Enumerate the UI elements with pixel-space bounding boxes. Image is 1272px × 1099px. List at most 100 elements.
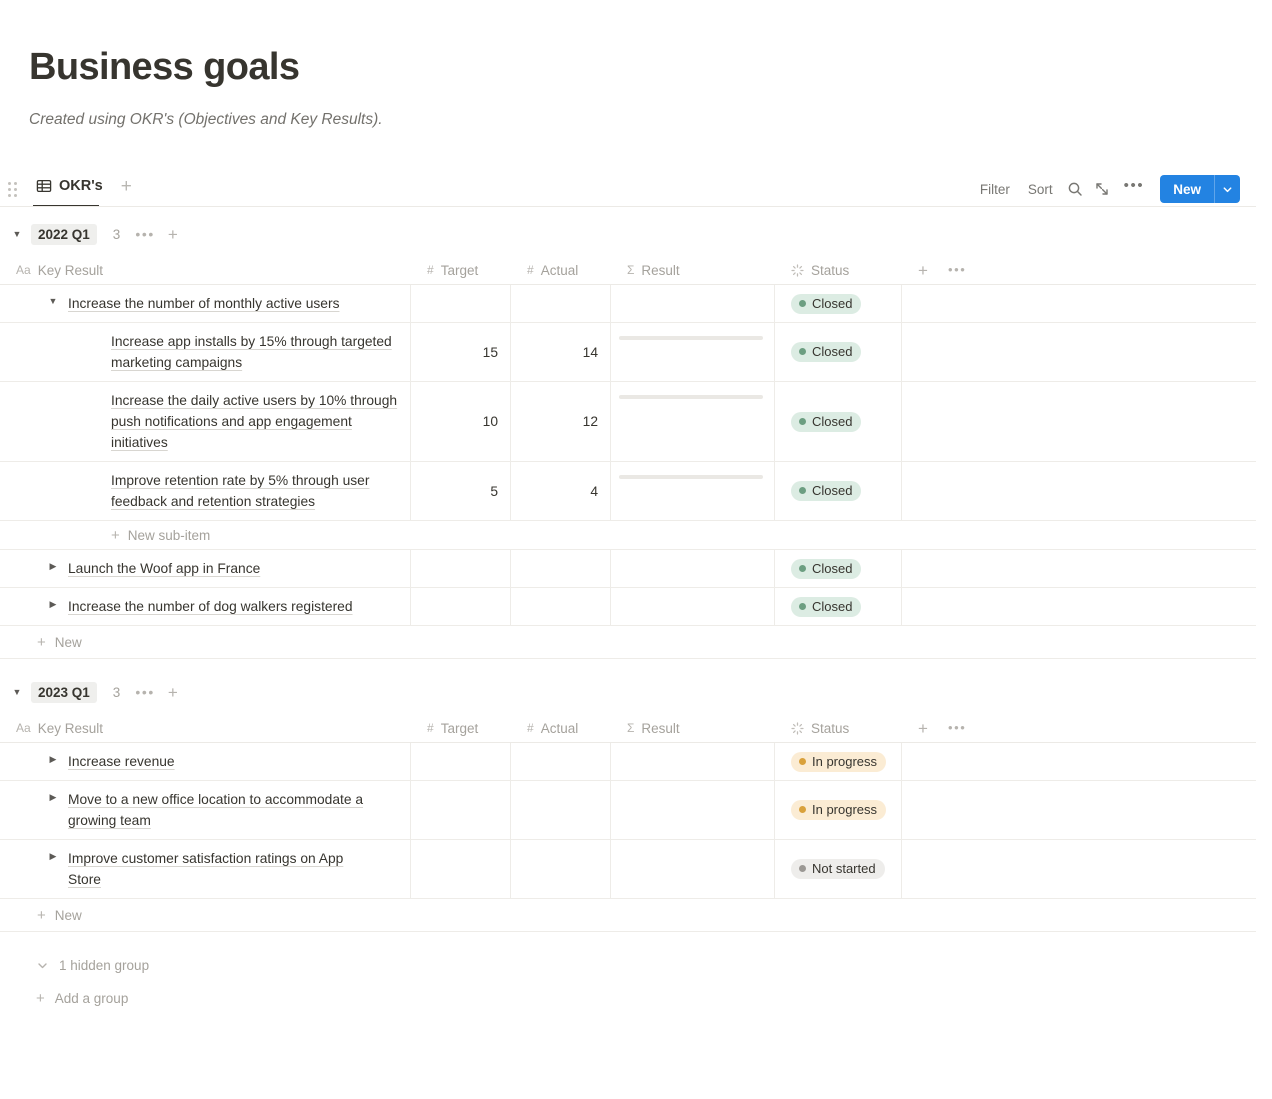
cell-status[interactable]: In progress <box>775 781 902 839</box>
cell-actual[interactable] <box>511 285 611 322</box>
new-subitem-row[interactable]: + New sub-item <box>0 521 1256 550</box>
row-title[interactable]: Increase the daily active users by 10% t… <box>111 390 400 453</box>
add-column-button[interactable]: + <box>918 720 928 737</box>
new-row-button[interactable]: + New <box>37 635 82 650</box>
table-row[interactable]: ▶ Launch the Woof app in France Closed <box>0 550 1256 588</box>
table-row[interactable]: ▼ Increase the number of monthly active … <box>0 285 1256 323</box>
add-group-button[interactable]: + Add a group <box>0 985 1256 1011</box>
cell-key-result[interactable]: Improve retention rate by 5% through use… <box>0 462 411 520</box>
group-name-pill[interactable]: 2022 Q1 <box>31 223 97 245</box>
row-expand-toggle[interactable]: ▶ <box>46 789 60 803</box>
column-options-button[interactable]: ••• <box>948 721 966 734</box>
row-expand-toggle[interactable]: ▶ <box>46 596 60 610</box>
row-title[interactable]: Improve retention rate by 5% through use… <box>111 470 400 512</box>
cell-result[interactable] <box>611 588 775 625</box>
cell-status[interactable]: Not started <box>775 840 902 898</box>
search-icon[interactable] <box>1062 176 1089 202</box>
tab-okrs[interactable]: OKR's <box>32 176 107 203</box>
cell-key-result[interactable]: ▶ Move to a new office location to accom… <box>0 781 411 839</box>
cell-result[interactable] <box>611 743 775 780</box>
cell-actual[interactable]: 4 <box>511 462 611 520</box>
cell-status[interactable]: Closed <box>775 550 902 587</box>
add-column-button[interactable]: + <box>918 262 928 279</box>
new-button[interactable]: New <box>1160 175 1214 203</box>
new-row[interactable]: + New <box>0 626 1256 659</box>
column-header-status[interactable]: Status <box>775 714 902 742</box>
column-header-result[interactable]: Σ Result <box>611 256 775 284</box>
group-more-button[interactable]: ••• <box>135 227 155 241</box>
cell-key-result[interactable]: ▶ Increase revenue <box>0 743 411 780</box>
cell-actual[interactable]: 12 <box>511 382 611 461</box>
cell-target[interactable] <box>411 285 511 322</box>
cell-actual[interactable] <box>511 781 611 839</box>
cell-actual[interactable] <box>511 743 611 780</box>
cell-status[interactable]: Closed <box>775 382 902 461</box>
column-header-target[interactable]: # Target <box>411 714 511 742</box>
add-view-button[interactable]: + <box>121 177 132 202</box>
row-title[interactable]: Increase revenue <box>68 751 175 772</box>
expand-arrows-icon[interactable] <box>1089 176 1116 202</box>
cell-status[interactable]: Closed <box>775 588 902 625</box>
cell-status[interactable]: Closed <box>775 323 902 381</box>
column-header-key-result[interactable]: Aa Key Result <box>0 714 411 742</box>
table-row[interactable]: ▶ Increase the number of dog walkers reg… <box>0 588 1256 626</box>
table-row[interactable]: Increase app installs by 15% through tar… <box>0 323 1256 382</box>
cell-key-result[interactable]: ▶ Launch the Woof app in France <box>0 550 411 587</box>
cell-result[interactable] <box>611 840 775 898</box>
cell-target[interactable] <box>411 550 511 587</box>
row-title[interactable]: Move to a new office location to accommo… <box>68 789 378 831</box>
cell-result[interactable] <box>611 285 775 322</box>
cell-target[interactable] <box>411 743 511 780</box>
table-row[interactable]: Increase the daily active users by 10% t… <box>0 382 1256 462</box>
table-row[interactable]: ▶ Improve customer satisfaction ratings … <box>0 840 1256 899</box>
row-expand-toggle[interactable]: ▶ <box>46 751 60 765</box>
cell-target[interactable]: 10 <box>411 382 511 461</box>
cell-result[interactable] <box>611 323 775 381</box>
cell-result[interactable] <box>611 550 775 587</box>
group-add-button[interactable]: + <box>168 684 178 701</box>
row-expand-toggle[interactable]: ▶ <box>46 558 60 572</box>
new-row[interactable]: + New <box>0 899 1256 932</box>
filter-button[interactable]: Filter <box>971 178 1019 201</box>
cell-target[interactable]: 5 <box>411 462 511 520</box>
hidden-group-button[interactable]: 1 hidden group <box>0 952 1256 978</box>
cell-key-result[interactable]: ▶ Improve customer satisfaction ratings … <box>0 840 411 898</box>
row-title[interactable]: Improve customer satisfaction ratings on… <box>68 848 373 890</box>
column-header-target[interactable]: # Target <box>411 256 511 284</box>
cell-result[interactable] <box>611 781 775 839</box>
table-row[interactable]: Improve retention rate by 5% through use… <box>0 462 1256 521</box>
cell-target[interactable] <box>411 781 511 839</box>
sort-button[interactable]: Sort <box>1019 178 1062 201</box>
group-toggle-icon[interactable]: ▼ <box>8 229 26 239</box>
column-header-status[interactable]: Status <box>775 256 902 284</box>
cell-key-result[interactable]: Increase the daily active users by 10% t… <box>0 382 411 461</box>
new-dropdown-button[interactable] <box>1214 175 1240 203</box>
group-add-button[interactable]: + <box>168 226 178 243</box>
cell-status[interactable]: Closed <box>775 285 902 322</box>
cell-actual[interactable]: 14 <box>511 323 611 381</box>
row-expand-toggle[interactable]: ▼ <box>46 293 60 306</box>
table-row[interactable]: ▶ Move to a new office location to accom… <box>0 781 1256 840</box>
cell-target[interactable] <box>411 840 511 898</box>
column-header-key-result[interactable]: Aa Key Result <box>0 256 411 284</box>
cell-actual[interactable] <box>511 840 611 898</box>
cell-status[interactable]: In progress <box>775 743 902 780</box>
row-title[interactable]: Increase app installs by 15% through tar… <box>111 331 400 373</box>
row-title[interactable]: Increase the number of monthly active us… <box>68 293 339 314</box>
new-subitem-button[interactable]: + New sub-item <box>111 528 210 543</box>
cell-key-result[interactable]: ▶ Increase the number of dog walkers reg… <box>0 588 411 625</box>
drag-handle-icon[interactable] <box>8 181 22 197</box>
cell-target[interactable]: 15 <box>411 323 511 381</box>
cell-key-result[interactable]: Increase app installs by 15% through tar… <box>0 323 411 381</box>
group-toggle-icon[interactable]: ▼ <box>8 687 26 697</box>
column-header-result[interactable]: Σ Result <box>611 714 775 742</box>
cell-actual[interactable] <box>511 550 611 587</box>
cell-key-result[interactable]: ▼ Increase the number of monthly active … <box>0 285 411 322</box>
cell-actual[interactable] <box>511 588 611 625</box>
cell-target[interactable] <box>411 588 511 625</box>
cell-result[interactable] <box>611 462 775 520</box>
row-expand-toggle[interactable]: ▶ <box>46 848 60 862</box>
group-name-pill[interactable]: 2023 Q1 <box>31 681 97 703</box>
column-header-actual[interactable]: # Actual <box>511 256 611 284</box>
cell-result[interactable] <box>611 382 775 461</box>
